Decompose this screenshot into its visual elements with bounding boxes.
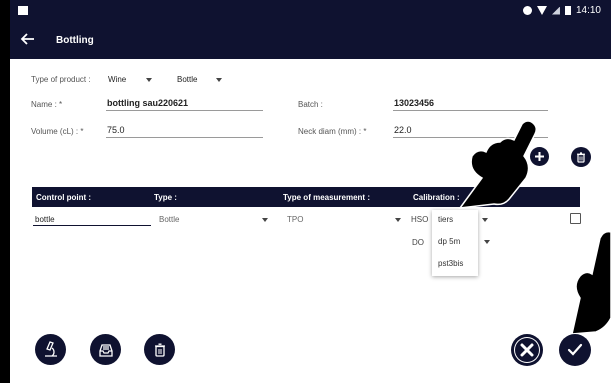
neck-diam-field[interactable]: 22.0 [394,125,412,135]
pointing-hand-icon [566,228,611,338]
signal-icon [551,6,560,15]
dropdown-option-pst3bis[interactable]: pst3bis [438,259,463,268]
chevron-down-icon[interactable] [216,78,222,82]
trash-icon[interactable] [571,147,591,167]
app-screen: 14:10 Bottling Type of product : Wine Bo… [10,0,611,383]
name-underline [106,110,263,111]
batch-label: Batch : [298,100,323,109]
wifi-icon [536,6,547,15]
page-title: Bottling [56,35,94,46]
back-arrow-icon[interactable] [20,31,38,49]
column-header-type: Type : [154,193,177,202]
dropdown-option-dp-5m[interactable]: dp 5m [438,237,460,246]
trash-icon[interactable] [144,334,175,365]
type-of-product-label: Type of product : [31,75,91,84]
product-select[interactable]: Wine [108,75,126,84]
calibration-dropdown: tiers dp 5m pst3bis [432,210,478,276]
row-checkbox[interactable] [570,213,581,224]
container-select[interactable]: Bottle [177,75,197,84]
control-point-field[interactable]: bottle [35,215,55,224]
chevron-down-icon[interactable] [395,218,401,222]
batch-underline [393,110,548,111]
type-select[interactable]: Bottle [159,215,179,224]
pointing-hand-icon [450,118,540,213]
batch-field[interactable]: 13023456 [394,98,434,108]
chevron-down-icon[interactable] [146,78,152,82]
control-point-underline [33,225,151,226]
do-label: DO [412,238,424,247]
dnd-icon [522,6,532,15]
inbox-tray-icon[interactable] [90,334,121,365]
dropdown-option-tiers[interactable]: tiers [438,215,453,224]
column-header-measurement: Type of measurement : [283,193,370,202]
name-field[interactable]: bottling sau220621 [107,98,188,108]
hso-label: HSO [411,215,429,224]
battery-icon [564,6,571,15]
volume-field[interactable]: 75.0 [107,125,125,135]
neck-diam-label: Neck diam (mm) : * [298,127,367,136]
chevron-down-icon[interactable] [482,218,488,222]
volume-underline [106,137,263,138]
measurement-select[interactable]: TPO [287,215,303,224]
status-time: 14:10 [575,5,601,16]
close-icon[interactable] [511,334,543,366]
chevron-down-icon[interactable] [484,240,490,244]
chevron-down-icon[interactable] [262,218,268,222]
volume-label: Volume (cL) : * [31,127,84,136]
status-icons: 14:10 [522,5,601,16]
microscope-icon[interactable] [35,334,66,365]
notification-icon [18,6,28,15]
name-label: Name : * [31,100,63,109]
check-icon[interactable] [559,334,591,366]
column-header-control-point: Control point : [36,193,92,202]
status-bar: 14:10 [10,0,611,22]
app-bar: Bottling [10,22,611,59]
